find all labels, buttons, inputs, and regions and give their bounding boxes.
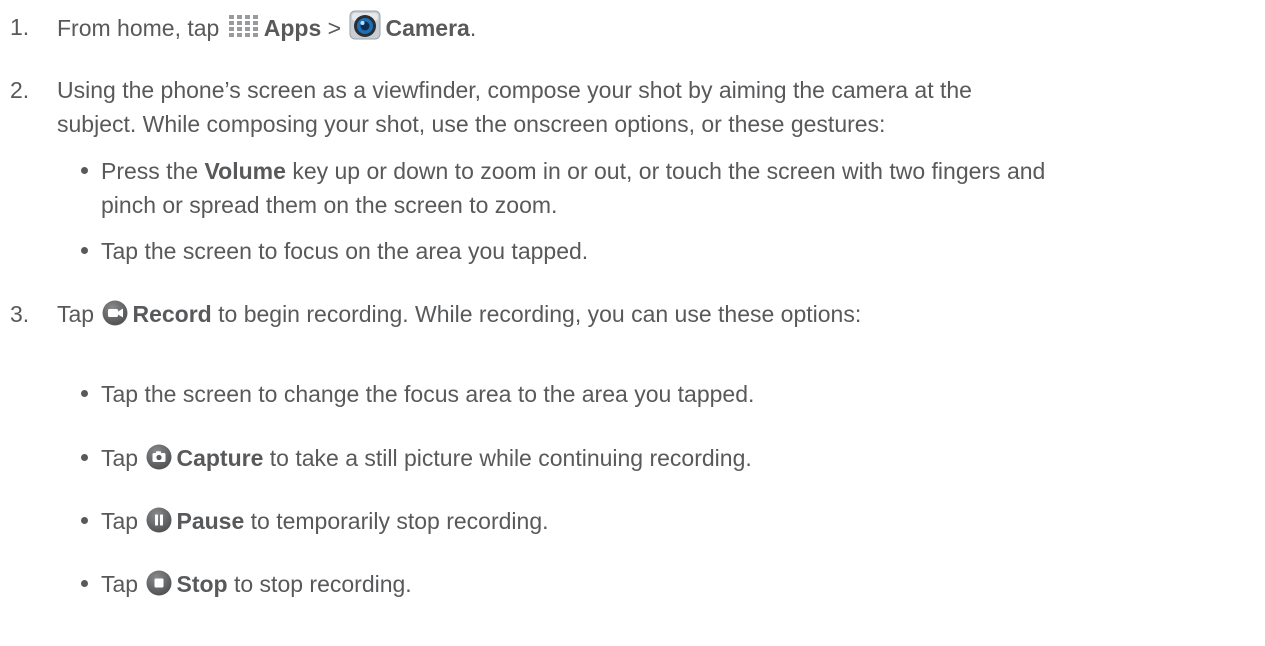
- bullet-dot: [81, 247, 88, 254]
- pause-icon: [146, 507, 172, 533]
- capture-photo-icon: [146, 444, 172, 470]
- instructions-page: 1. From home, tap Apps > Camera. 2. Usin…: [0, 0, 1265, 646]
- bullet-rest: to take a still picture while continuing…: [269, 445, 752, 471]
- step-text: From home, tap Apps > Camera.: [57, 10, 1237, 45]
- step-line: subject. While composing your shot, use …: [57, 111, 886, 137]
- bullet-lead: Tap: [101, 571, 139, 597]
- bullet-dot: [81, 454, 88, 461]
- bullet-rest: key up or down to zoom in or out, or tou…: [292, 158, 1046, 184]
- step-text: Tap Record to begin recording. While rec…: [57, 297, 1237, 331]
- bullet-line: Press the Volume key up or down to zoom …: [101, 154, 1251, 188]
- bullet-dot: [81, 167, 88, 174]
- step-number: 1.: [10, 14, 30, 40]
- bullet-rest: to temporarily stop recording.: [250, 508, 549, 534]
- capture-label: Capture: [176, 445, 264, 471]
- apps-label: Apps: [263, 15, 322, 41]
- bullet-line: pinch or spread them on the screen to zo…: [101, 192, 558, 218]
- bullet-lead: Tap: [101, 508, 139, 534]
- camera-app-icon: [349, 10, 381, 40]
- bullet-text: Tap Stop to stop recording.: [101, 567, 1251, 601]
- step-tail: .: [469, 15, 477, 41]
- bullet-dot: [81, 390, 88, 397]
- bullet-lead: Press the: [101, 158, 199, 184]
- bullet-text: Tap the screen to focus on the area you …: [101, 238, 589, 264]
- bullet-text: Tap Pause to temporarily stop recording.: [101, 504, 1251, 538]
- step-line: Using the phone’s screen as a viewfinder…: [57, 77, 972, 103]
- bullet-dot: [81, 517, 88, 524]
- apps-grid-icon: [228, 14, 260, 40]
- stop-label: Stop: [176, 571, 228, 597]
- step-lead-text: From home, tap: [57, 15, 220, 41]
- bullet-text: Press the Volume key up or down to zoom …: [101, 154, 1251, 222]
- separator: >: [327, 15, 342, 41]
- bullet-dot: [81, 580, 88, 587]
- camera-label: Camera: [385, 15, 470, 41]
- volume-label: Volume: [204, 158, 286, 184]
- bullet-rest: to stop recording.: [233, 571, 412, 597]
- pause-label: Pause: [176, 508, 245, 534]
- stop-icon: [146, 570, 172, 596]
- step-text: Using the phone’s screen as a viewfinder…: [57, 73, 1237, 141]
- step-number: 2.: [10, 77, 30, 103]
- bullet-text: Tap Capture to take a still picture whil…: [101, 441, 1251, 475]
- bullet-lead: Tap: [101, 445, 139, 471]
- record-video-icon: [102, 300, 128, 326]
- step-number: 3.: [10, 301, 30, 327]
- step-lead-text: Tap: [57, 301, 95, 327]
- step-rest-text: to begin recording. While recording, you…: [218, 301, 862, 327]
- bullet-text: Tap the screen to change the focus area …: [101, 381, 755, 407]
- record-label: Record: [132, 301, 212, 327]
